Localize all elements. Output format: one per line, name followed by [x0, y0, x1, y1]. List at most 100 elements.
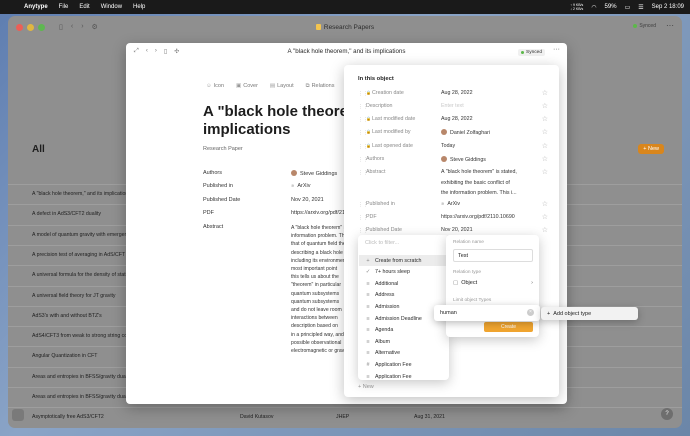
dropdown-item[interactable]: ✓ 7+ hours sleep	[359, 267, 448, 278]
wifi-icon[interactable]: ◠	[591, 4, 596, 11]
star-icon[interactable]: ☆	[542, 142, 548, 150]
menu-file[interactable]: File	[59, 4, 69, 10]
row-name: A universal formula for the density of s…	[32, 272, 126, 279]
relations-action-label: Relations	[311, 83, 335, 89]
new-relation-button[interactable]: + New	[358, 384, 374, 390]
avatar	[441, 129, 447, 135]
more-icon[interactable]: ···	[666, 21, 674, 30]
relation-key: Abstract	[203, 224, 224, 230]
star-icon[interactable]: ☆	[542, 128, 548, 136]
relation-row[interactable]: ⋮⋮ Published in ☆ ≋ ArXiv	[358, 201, 548, 213]
author-name: Steve Giddings	[300, 171, 338, 177]
filter-input[interactable]: Click to filter...	[365, 240, 399, 246]
avatar	[291, 170, 297, 176]
relation-label: Description	[366, 103, 393, 109]
page-sync-badge[interactable]: Synced	[517, 49, 545, 56]
dropdown-item[interactable]: ≡ Address	[359, 290, 448, 301]
relation-row[interactable]: ⋮⋮ 🔒Creation date ☆ Aug 28, 2022	[358, 90, 548, 102]
dropdown-item[interactable]: ≡ Alternative	[359, 348, 448, 359]
row-name: AdS4/CFT3 from weak to strong string cou…	[32, 333, 126, 340]
star-icon[interactable]: ☆	[542, 89, 548, 97]
relation-row[interactable]: ⋮⋮ Authors ☆ Steve Giddings	[358, 156, 548, 168]
object-type[interactable]: Research Paper	[203, 146, 243, 152]
add-object-type-option[interactable]: + Add object type	[541, 307, 638, 320]
dropdown-item-label: Application Fee	[375, 361, 412, 368]
star-icon[interactable]: ☆	[542, 155, 548, 163]
star-icon[interactable]: ☆	[542, 168, 548, 176]
relation-name-input[interactable]: Test	[453, 249, 533, 262]
relation-type-select[interactable]: ▢ Object ›	[453, 280, 533, 286]
lock-icon: 🔒	[366, 143, 371, 148]
relation-value: Daniel Zolfaghari	[441, 129, 490, 136]
new-object-button[interactable]: + New	[638, 144, 664, 154]
dropdown-item-label: 7+ hours sleep	[375, 269, 410, 276]
relations-action[interactable]: ⧉ Relations	[306, 83, 335, 90]
relation-value: Today	[441, 143, 455, 149]
sync-dot-icon	[633, 24, 638, 28]
menu-edit[interactable]: Edit	[79, 4, 89, 10]
limit-types-label: Limit object Types	[453, 298, 492, 303]
relation-value-text: A "black hole theorem" is stated,	[441, 169, 517, 175]
relation-row[interactable]: ⋮⋮ 🔒Last modified date ☆ Aug 28, 2022	[358, 116, 548, 128]
cover-action[interactable]: ▣ Cover	[236, 83, 258, 90]
relation-key: Authors	[203, 170, 222, 176]
layout-action[interactable]: ▤ Layout	[270, 83, 294, 90]
relation-label: 🔒Last modified date	[366, 116, 415, 122]
check-circle-icon: ✓	[365, 269, 371, 276]
network-stats[interactable]: ↑ 9 KB/s ↓ 2 KB/s	[570, 3, 583, 11]
dropdown-item-label: Agenda	[375, 327, 394, 334]
row-name: Asymptotically free AdS3/CFT2	[32, 414, 104, 421]
icon-action[interactable]: ☺ Icon	[206, 83, 224, 90]
star-icon[interactable]: ☆	[542, 102, 548, 110]
create-button[interactable]: Create	[484, 322, 533, 332]
clear-icon[interactable]: ×	[527, 309, 534, 316]
relation-row[interactable]: ⋮⋮ 🔒Last modified by ☆ Daniel Zolfaghari	[358, 129, 548, 141]
star-icon[interactable]: ☆	[542, 200, 548, 208]
clock[interactable]: Sep 2 18:09	[652, 4, 684, 10]
cover-action-label: Cover	[243, 83, 258, 89]
relations-section-title: In this object	[358, 76, 394, 82]
relation-row[interactable]: ⋮⋮ PDF ☆ https://arxiv.org/pdf/2110.10690	[358, 214, 548, 226]
dropdown-item[interactable]: ≡ Agenda	[359, 325, 448, 336]
dropdown-item[interactable]: + Create from scratch	[359, 255, 448, 266]
smiley-icon: ☺	[206, 83, 212, 89]
control-center-icon[interactable]: ☰	[638, 4, 643, 11]
dropdown-item-label: Album	[375, 338, 391, 345]
net-down: ↓ 2 KB/s	[570, 7, 584, 11]
menu-help[interactable]: Help	[133, 4, 145, 10]
sync-status[interactable]: Synced	[633, 23, 656, 29]
more-icon[interactable]: ···	[553, 46, 560, 53]
type-search-input[interactable]: human ×	[434, 305, 540, 321]
dropdown-item-label: Address	[375, 292, 395, 299]
dropdown-item[interactable]: ≡ Application Fee	[359, 371, 448, 380]
dropdown-item-label: Additional	[375, 280, 399, 287]
page-header-title: A "black hole theorem," and its implicat…	[287, 48, 406, 55]
row-name: AdS3's with and without BTZ's	[32, 312, 102, 319]
relation-value: Nov 20, 2021	[291, 197, 324, 203]
relation-value-text: Aug 28, 2022	[441, 90, 473, 96]
settings-icon[interactable]	[12, 409, 24, 421]
dropdown-item[interactable]: ≡ Album	[359, 336, 448, 347]
plus-icon: +	[366, 257, 370, 264]
menu-window[interactable]: Window	[101, 4, 122, 10]
relation-label: Published in	[366, 201, 395, 207]
relation-row[interactable]: ⋮⋮ Description ☆ Enter text	[358, 103, 548, 115]
help-icon[interactable]: ?	[661, 408, 673, 420]
menu-app-name[interactable]: Anytype	[24, 4, 48, 10]
battery-percent[interactable]: 59%	[605, 4, 617, 10]
view-title[interactable]: All	[32, 144, 45, 155]
star-icon[interactable]: ☆	[542, 213, 548, 221]
dropdown-item-label: Admission	[375, 303, 400, 310]
relation-value: exhibiting the basic conflict of	[441, 180, 510, 186]
relation-value: Enter text	[441, 103, 464, 109]
table-row[interactable]: Asymptotically free AdS3/CFT2 David Kutas…	[8, 407, 682, 427]
star-icon[interactable]: ☆	[542, 226, 548, 234]
relation-row[interactable]: ⋮⋮ 🔒Last opened date ☆ Today	[358, 143, 548, 155]
battery-icon[interactable]: ▭	[625, 4, 631, 11]
lines-icon: ≡	[366, 292, 370, 299]
dropdown-item[interactable]: ≡ Additional	[359, 278, 448, 289]
dropdown-item[interactable]: # Application Fee	[359, 359, 448, 370]
relation-label: Authors	[366, 156, 384, 162]
relation-label-text: Abstract	[366, 169, 386, 175]
star-icon[interactable]: ☆	[542, 115, 548, 123]
